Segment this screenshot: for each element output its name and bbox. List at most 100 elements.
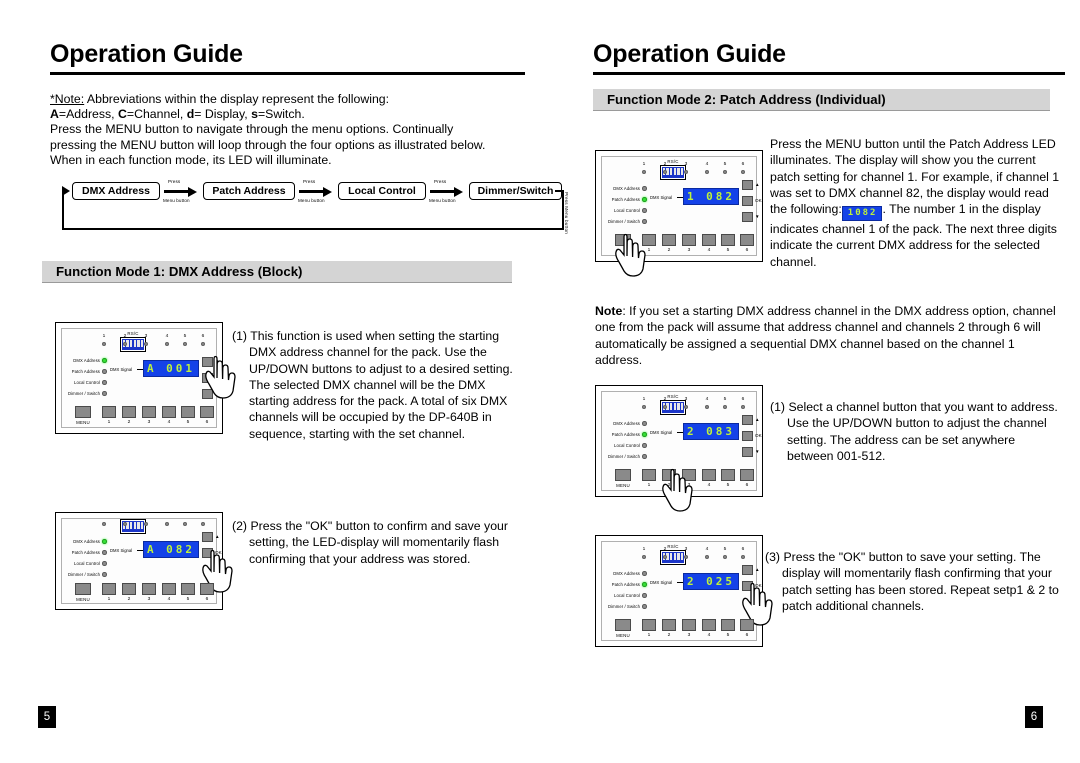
channel-led-4 — [165, 342, 169, 346]
channel-button-1[interactable] — [642, 234, 656, 246]
dip-switch-5[interactable] — [677, 553, 680, 560]
dip-switch-4[interactable] — [673, 168, 677, 175]
mode-led-patch-address — [642, 197, 647, 202]
dmx-signal-label: DMX Signal — [650, 580, 673, 585]
ok-button-label: OK — [755, 583, 762, 588]
channel-button-3[interactable] — [142, 406, 156, 418]
dip-switch-4[interactable] — [673, 403, 677, 410]
bottom-number-2: 2 — [127, 597, 131, 602]
title-divider-left — [50, 72, 525, 75]
channel-led-4 — [705, 555, 709, 559]
step-1-text-left-body: (1) This function is used when setting t… — [232, 329, 513, 441]
channel-button-6[interactable] — [740, 469, 754, 481]
dip-switch-6[interactable] — [140, 522, 144, 529]
dip-switch-6[interactable] — [680, 553, 684, 560]
channel-button-4[interactable] — [702, 469, 716, 481]
dip-switch-5[interactable] — [677, 403, 680, 410]
bottom-number-3: 3 — [147, 420, 151, 425]
channel-button-5[interactable] — [181, 583, 195, 595]
dip-switch-3[interactable] — [669, 403, 673, 410]
channel-led-2 — [663, 170, 667, 174]
note-label-right: Note — [595, 304, 623, 318]
down-button[interactable] — [742, 447, 753, 457]
flow-box-patch-address[interactable]: Patch Address — [203, 182, 295, 200]
ok-button[interactable] — [742, 431, 753, 441]
dip-switch-4[interactable] — [673, 553, 677, 560]
lcd-display: A 001 — [143, 360, 199, 377]
channel-button-5[interactable] — [721, 469, 735, 481]
flow-box-dmx-address[interactable]: DMX Address — [72, 182, 160, 200]
up-button[interactable] — [202, 532, 213, 542]
channel-button-2[interactable] — [662, 234, 676, 246]
dip-switch-3[interactable] — [129, 340, 133, 347]
mode-label-dmx-address: DMX Address — [613, 421, 640, 426]
down-button[interactable] — [742, 212, 753, 222]
channel-button-5[interactable] — [721, 234, 735, 246]
channel-button-6[interactable] — [740, 619, 754, 631]
dip-switch-3[interactable] — [129, 522, 133, 529]
channel-button-3[interactable] — [682, 619, 696, 631]
channel-button-1[interactable] — [642, 619, 656, 631]
channel-button-6[interactable] — [200, 583, 214, 595]
dip-switch-3[interactable] — [669, 553, 673, 560]
up-button[interactable] — [202, 357, 213, 367]
ok-button[interactable] — [202, 373, 213, 383]
channel-button-2[interactable] — [122, 583, 136, 595]
dip-switch-6[interactable] — [680, 168, 684, 175]
menu-button[interactable] — [75, 583, 91, 595]
bottom-number-3: 3 — [147, 597, 151, 602]
channel-button-3[interactable] — [142, 583, 156, 595]
up-button[interactable] — [742, 565, 753, 575]
dip-switch-4[interactable] — [133, 340, 137, 347]
channel-led-6 — [741, 170, 745, 174]
menu-button[interactable] — [615, 619, 631, 631]
menu-button[interactable] — [615, 469, 631, 481]
ok-button[interactable] — [742, 196, 753, 206]
ok-button-label: OK — [215, 550, 222, 555]
abbrev-a-rest: =Address, — [58, 107, 119, 122]
channel-button-2[interactable] — [662, 619, 676, 631]
bottom-number-2: 2 — [667, 633, 671, 638]
channel-button-4[interactable] — [162, 406, 176, 418]
flow-arrow-3-bottom-label: Menu button — [429, 198, 456, 203]
menu-button[interactable] — [615, 234, 631, 246]
channel-number-5: 5 — [723, 397, 727, 402]
ok-button[interactable] — [202, 548, 213, 558]
channel-button-1[interactable] — [102, 406, 116, 418]
dip-switch-5[interactable] — [137, 522, 140, 529]
note-body-right: : If you set a starting DMX address chan… — [595, 304, 1056, 367]
channel-button-2[interactable] — [662, 469, 676, 481]
channel-led-1 — [642, 405, 646, 409]
dip-switch-6[interactable] — [680, 403, 684, 410]
flow-arrow-1-top-label: Press — [168, 179, 181, 184]
bottom-number-5: 5 — [726, 633, 730, 638]
channel-button-6[interactable] — [740, 234, 754, 246]
mode-led-dimmer-switch — [102, 572, 107, 577]
channel-button-4[interactable] — [702, 619, 716, 631]
dip-switch-6[interactable] — [140, 340, 144, 347]
dip-switch-5[interactable] — [137, 340, 140, 347]
menu-button[interactable] — [75, 406, 91, 418]
down-button[interactable] — [202, 389, 213, 399]
ok-button[interactable] — [742, 581, 753, 591]
up-button[interactable] — [742, 180, 753, 190]
channel-button-1[interactable] — [642, 469, 656, 481]
channel-button-2[interactable] — [122, 406, 136, 418]
channel-button-5[interactable] — [181, 406, 195, 418]
dip-switch-3[interactable] — [669, 168, 673, 175]
mode-led-local-control — [642, 208, 647, 213]
channel-button-1[interactable] — [102, 583, 116, 595]
channel-button-5[interactable] — [721, 619, 735, 631]
dip-switch-5[interactable] — [677, 168, 680, 175]
mode-label-dmx-address: DMX Address — [613, 186, 640, 191]
flow-arrow-3-head — [454, 186, 463, 197]
dip-switch-4[interactable] — [133, 522, 137, 529]
up-button[interactable] — [742, 415, 753, 425]
channel-number-3: 3 — [684, 547, 688, 552]
channel-button-4[interactable] — [702, 234, 716, 246]
channel-button-6[interactable] — [200, 406, 214, 418]
channel-button-3[interactable] — [682, 234, 696, 246]
channel-button-4[interactable] — [162, 583, 176, 595]
flow-box-local-control[interactable]: Local Control — [338, 182, 426, 200]
channel-button-3[interactable] — [682, 469, 696, 481]
